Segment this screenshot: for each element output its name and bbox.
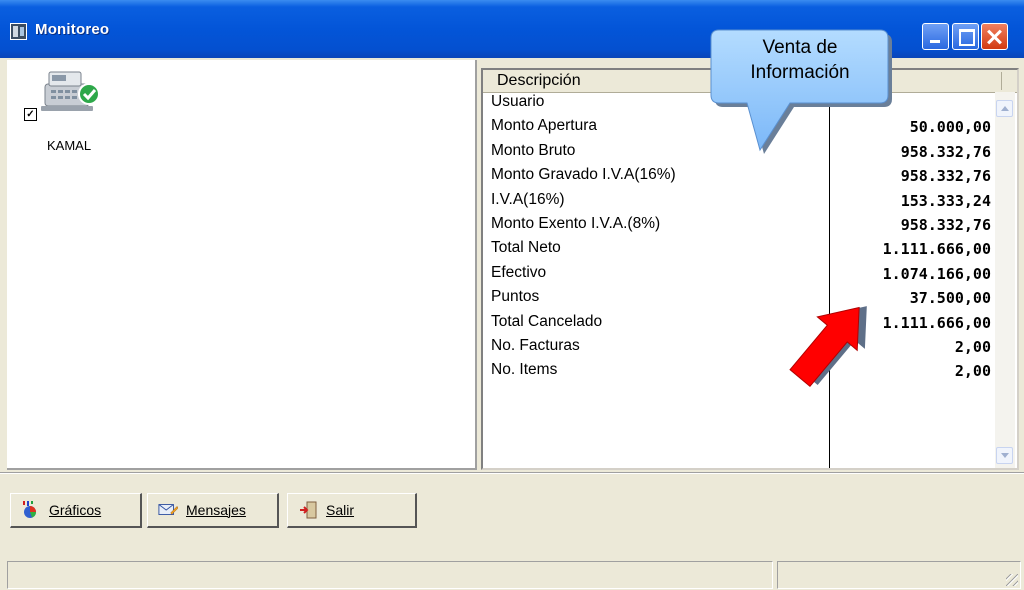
table-row[interactable]: No. Facturas 2,00 [491, 336, 991, 360]
scroll-down-icon[interactable] [996, 447, 1013, 464]
table-row[interactable]: Puntos 37.500,00 [491, 287, 991, 311]
detail-grid[interactable]: Descripción Usuario Monto Apertura 50.000,… [481, 68, 1019, 470]
table-row[interactable]: Monto Bruto 958.332,76 [491, 141, 991, 165]
row-description: I.V.A(16%) [491, 190, 565, 208]
row-value: 37.500,00 [909, 289, 991, 308]
row-value: 958.332,76 [900, 215, 991, 234]
row-value: 958.332,76 [900, 167, 991, 186]
row-description: Monto Exento I.V.A.(8%) [491, 214, 661, 232]
row-description: Monto Apertura [491, 117, 597, 135]
row-description: Puntos [491, 288, 540, 306]
table-row[interactable]: Monto Apertura 50.000,00 [491, 116, 991, 140]
table-row[interactable]: Monto Gravado I.V.A(16%) 958.332,76 [491, 165, 991, 189]
table-row[interactable]: Total Neto 1.111.666,00 [491, 238, 991, 262]
status-bar [7, 561, 1021, 589]
salir-label: Salir [326, 502, 355, 518]
grid-rows: Usuario Monto Apertura 50.000,00 Monto Brut… [491, 92, 991, 385]
exit-icon [300, 501, 317, 519]
mensajes-label: Mensajes [186, 502, 246, 518]
salir-button[interactable]: Salir [287, 493, 417, 528]
callout-text: Venta de Información [712, 35, 888, 85]
status-panel-main [7, 561, 773, 589]
row-description: Monto Gravado I.V.A(16%) [491, 166, 676, 184]
table-row[interactable]: I.V.A(16%) 153.333,24 [491, 190, 991, 214]
row-description: Total Cancelado [491, 312, 603, 330]
resize-grip-icon[interactable] [1006, 574, 1018, 586]
table-row[interactable]: Usuario [491, 92, 991, 116]
station-checkbox[interactable]: ✓ [24, 108, 37, 121]
callout-line-1: Venta de [762, 37, 838, 58]
app-icon [10, 23, 27, 40]
row-value: 1.111.666,00 [882, 240, 991, 259]
graficos-label: Gráficos [49, 502, 102, 518]
minimize-button[interactable] [922, 23, 949, 50]
row-description: No. Items [491, 361, 558, 379]
row-description: No. Facturas [491, 336, 580, 354]
station-list[interactable]: ✓ KAMAL [7, 60, 477, 470]
row-description: Usuario [491, 93, 545, 110]
mensajes-button[interactable]: Mensajes [147, 493, 279, 528]
row-value: 2,00 [954, 337, 991, 356]
column-header-description[interactable]: Descripción [497, 72, 581, 90]
station-label[interactable]: KAMAL [47, 138, 91, 153]
window-title: Monitoreo [35, 21, 110, 38]
row-value: 1.111.666,00 [882, 313, 991, 332]
scroll-up-icon[interactable] [996, 100, 1013, 117]
table-row[interactable]: No. Items 2,00 [491, 360, 991, 384]
cash-register-icon[interactable] [39, 66, 101, 114]
table-row[interactable]: Monto Exento I.V.A.(8%) 958.332,76 [491, 214, 991, 238]
row-value: 1.074.166,00 [882, 264, 991, 283]
row-description: Monto Bruto [491, 141, 576, 159]
message-icon [158, 504, 178, 515]
row-value: 153.333,24 [900, 191, 991, 210]
graficos-button[interactable]: Gráficos [10, 493, 142, 528]
maximize-button[interactable] [952, 23, 979, 50]
client-area: ✓ KAMAL Descripción Usuario Monto Apertur… [0, 58, 1024, 590]
chart-icon [23, 501, 36, 518]
divider [0, 472, 1024, 474]
table-row[interactable]: Total Cancelado 1.111.666,00 [491, 312, 991, 336]
table-row[interactable]: Efectivo 1.074.166,00 [491, 263, 991, 287]
vertical-scrollbar[interactable] [995, 92, 1015, 468]
callout-line-2: Información [750, 62, 850, 83]
row-description: Total Neto [491, 239, 561, 257]
row-value: 2,00 [954, 362, 991, 381]
status-panel-secondary [777, 561, 1021, 589]
check-icon [78, 83, 100, 105]
column-separator[interactable] [1001, 72, 1002, 90]
row-description: Efectivo [491, 263, 547, 281]
row-value: 50.000,00 [909, 118, 991, 137]
close-button[interactable] [981, 23, 1008, 50]
row-value: 958.332,76 [900, 142, 991, 161]
